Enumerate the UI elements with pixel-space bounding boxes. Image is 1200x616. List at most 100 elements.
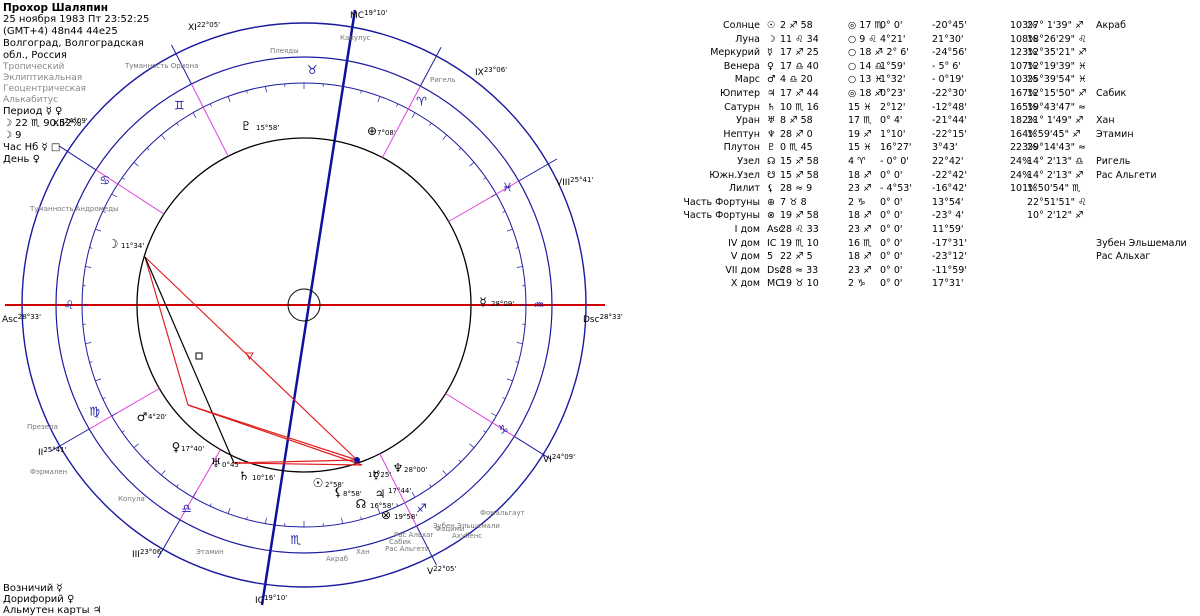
table-cell-name: I дом (680, 224, 760, 235)
mc-label: MC19°10' (350, 9, 387, 21)
table-cell-deg: 11 ♌ 34 (780, 34, 855, 45)
planet-degree-label: 8°58' (343, 490, 362, 498)
table-cell-name: Луна (680, 34, 760, 45)
degree-tick (147, 148, 149, 150)
table-cell-sym: ⊕ (767, 197, 779, 208)
fixed-star-label: Этамин (196, 548, 224, 556)
table-cell-pos: 1°50'54" ♏ (1027, 183, 1107, 194)
fixed-star-label: Капулус (340, 34, 371, 42)
fixed-star-label: Рас Альгети (385, 545, 430, 553)
planet-glyph: ♇ (241, 119, 252, 133)
table-cell-star: Этамин (1096, 129, 1200, 140)
table-cell-deg: 8 ♐ 58 (780, 115, 855, 126)
degree-tick (443, 470, 447, 475)
planet-glyph: ☊ (356, 497, 367, 511)
table-cell-pos: 1°59'45" ♐ (1027, 129, 1107, 140)
table-cell-hs: 18 ♐ (848, 210, 878, 221)
table-cell-sym: IC (767, 238, 779, 249)
planet-degree-label: 4°20' (148, 413, 167, 421)
table-cell-deg: 28 ♐ 0 (780, 129, 855, 140)
table-cell-deg: 28 ≈ 9 (780, 183, 855, 194)
fixed-star-label: Ригель (430, 76, 455, 84)
table-cell-sym: ♆ (767, 129, 779, 140)
table-cell-name: Уран (680, 115, 760, 126)
degree-tick (85, 343, 91, 344)
sign-boundary-line (59, 146, 96, 170)
trine-marker (246, 353, 253, 359)
planet-degree-label: 15°58' (256, 124, 279, 132)
degree-tick (112, 194, 117, 197)
table-cell-pos: 18°26'29" ♌ (1027, 34, 1107, 45)
degree-tick (122, 431, 124, 433)
degree-tick (193, 113, 196, 118)
degree-tick (491, 413, 496, 416)
table-cell-sym: ♄ (767, 102, 779, 113)
house-cusp-line (382, 86, 420, 158)
degree-tick (397, 503, 398, 506)
table-cell-name: Южн.Узел (680, 170, 760, 181)
degree-tick (265, 518, 266, 524)
table-cell-hs: 18 ♐ (848, 251, 878, 262)
table-cell-sym: ♅ (767, 115, 779, 126)
fixed-star-label: Туманность Андромеды (29, 205, 119, 213)
charioteer-line: Возничий ☿ (3, 583, 102, 594)
table-cell-r2: -12°48' (932, 102, 982, 113)
table-cell-star: Сабик (1096, 88, 1200, 99)
degree-tick (247, 517, 248, 520)
table-cell-sym: ☋ (767, 170, 779, 181)
sign-glyph: ♓ (502, 181, 513, 195)
sign-glyph: ♒ (534, 298, 545, 312)
house-cusp-line (191, 84, 228, 156)
degree-tick (103, 398, 106, 399)
table-cell-r2: -23°12' (932, 251, 982, 262)
planet-degree-label: 16°58' (370, 502, 393, 510)
planet-glyph: ♅ (211, 456, 222, 470)
degree-tick (517, 266, 523, 267)
table-cell-hs: ◎ 18 ♐ (848, 88, 878, 99)
degree-tick (265, 86, 266, 92)
planet-glyph: ♃ (375, 487, 386, 501)
fixed-star-labels: КапулусПлеядыТуманность ОрионаРигельТума… (27, 34, 525, 563)
planet-degree-label: 7°08' (377, 129, 396, 137)
table-cell-deg: 22 ♐ 5 (780, 251, 855, 262)
table-cell-pos: 29°14'43" ≈ (1027, 142, 1107, 153)
degree-tick (147, 460, 149, 462)
degree-tick (517, 343, 523, 344)
table-cell-hs: 23 ♐ (848, 224, 878, 235)
table-cell-hs: 15 ♓ (848, 142, 878, 153)
square-marker (196, 353, 202, 359)
table-cell-sym: ♀ (767, 61, 779, 72)
table-cell-pos: 12°35'21" ♐ (1027, 47, 1107, 58)
table-cell-hs: 17 ♏ (848, 115, 878, 126)
fixed-star-label: Ахубенс (452, 532, 482, 540)
table-cell-name: Венера (680, 61, 760, 72)
table-cell-r2: -11°59' (932, 265, 982, 276)
fixed-star-label: Фэрмален (30, 468, 67, 476)
table-cell-deg: 15 ♐ 58 (780, 156, 855, 167)
table-cell-hs: 15 ♓ (848, 102, 878, 113)
table-cell-pos: 25°39'54" ♓ (1027, 74, 1107, 85)
table-cell-hs: ○ 13 ♓ (848, 74, 878, 85)
natal-chart-wheel: ♈♉♊♋♌♍♎♏♐♑♒♓ MC19°10'IC19°10'Asc28°33'Ds… (0, 0, 680, 615)
sign-glyph: ♊ (174, 99, 185, 113)
table-cell-r2: 17°31' (932, 278, 982, 289)
table-cell-r2: 13°54' (932, 197, 982, 208)
table-cell-hs: 16 ♏ (848, 238, 878, 249)
fixed-star-label: Туманность Ориона (124, 62, 198, 70)
table-cell-sym: ⊗ (767, 210, 779, 221)
table-cell-pos: 14° 2'13" ♎ (1027, 156, 1107, 167)
degree-tick (134, 162, 139, 166)
sign-glyph: ♏ (290, 533, 301, 547)
degree-tick (247, 91, 248, 94)
degree-tick (507, 229, 513, 231)
table-cell-pos: 14° 2'13" ♐ (1027, 170, 1107, 181)
table-cell-deg: 7 ♉ 8 (780, 197, 855, 208)
table-cell-sym: MC (767, 278, 779, 289)
planet-degree-label: 28°09' (491, 300, 514, 308)
planet-degree-label: 0°45' (222, 461, 241, 469)
sign-glyph: ♐ (416, 502, 427, 516)
cusp-ix-label: IX23°06' (475, 66, 507, 78)
planet-glyph: ♀ (172, 440, 181, 454)
sign-glyph: ♍ (89, 405, 100, 419)
sign-glyph: ♎ (181, 502, 192, 516)
